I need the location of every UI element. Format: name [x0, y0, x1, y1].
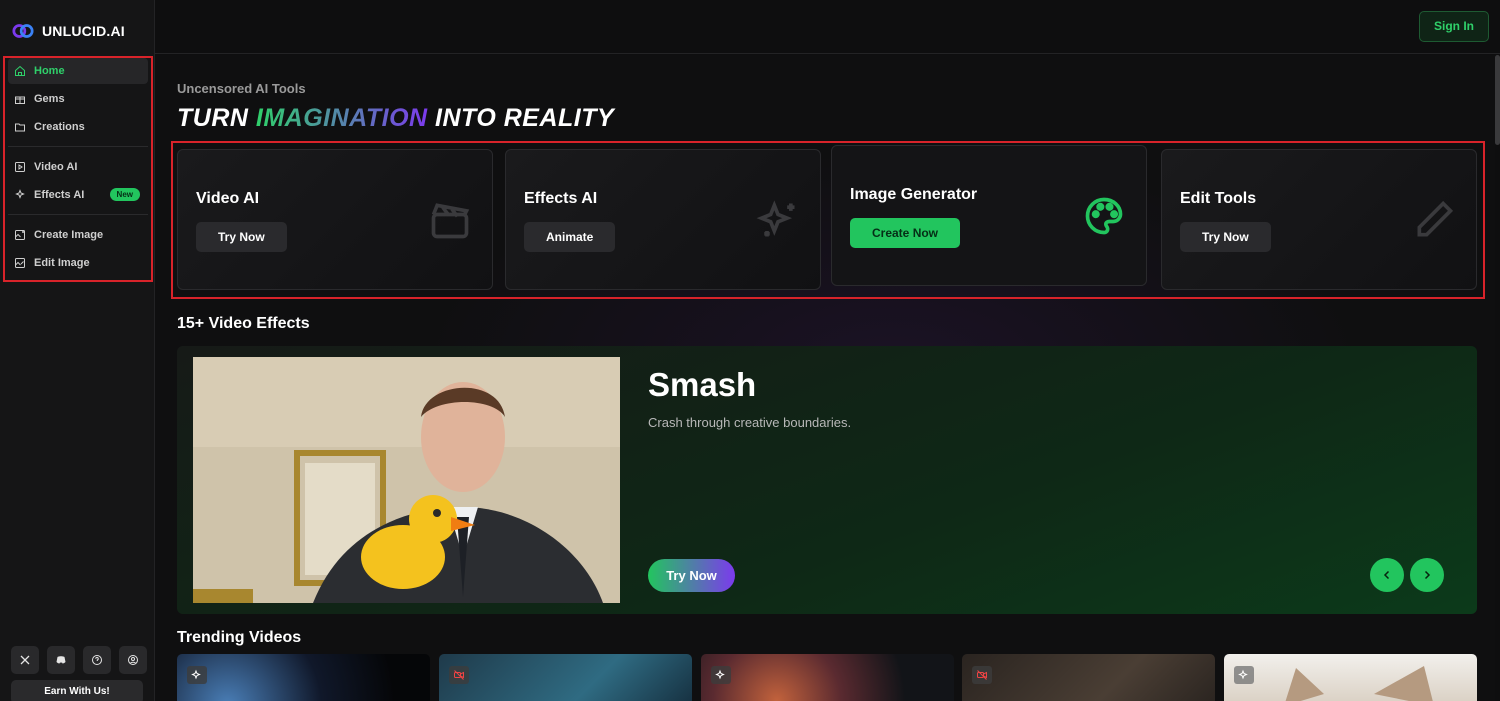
video-icon: [14, 161, 26, 173]
home-icon: [14, 65, 26, 77]
video-effects-title: 15+ Video Effects: [177, 315, 310, 332]
chevron-left-icon: [1383, 570, 1390, 580]
hero-subtitle: Uncensored AI Tools: [177, 81, 306, 96]
tool-card-edit-tools[interactable]: Edit Tools Try Now: [1161, 149, 1477, 290]
sparkles-icon: [711, 666, 731, 684]
earn-with-us-button[interactable]: Earn With Us!: [11, 680, 143, 701]
sidebar-item-label: Video AI: [34, 161, 78, 173]
sign-in-button[interactable]: Sign In: [1419, 11, 1489, 42]
sidebar-item-label: Create Image: [34, 229, 104, 241]
sidebar-item-label: Home: [34, 65, 65, 77]
sidebar-nav: Home Gems Creations Video AI Effects AI …: [8, 58, 148, 278]
animate-button[interactable]: Animate: [524, 222, 616, 252]
folder-icon: [14, 121, 26, 133]
palette-icon: [1082, 194, 1126, 238]
pencil-icon: [1412, 198, 1456, 242]
user-circle-icon[interactable]: [119, 646, 147, 674]
sidebar-item-label: Effects AI: [34, 189, 85, 201]
new-badge: New: [109, 188, 140, 201]
sidebar-item-create-image[interactable]: Create Image: [8, 222, 148, 248]
tool-card-video-ai[interactable]: Video AI Try Now: [177, 149, 493, 290]
gift-icon: [14, 93, 26, 105]
effect-preview-illustration: [193, 357, 620, 603]
create-now-button[interactable]: Create Now: [850, 218, 961, 248]
tool-card-effects-ai[interactable]: Effects AI Animate: [505, 149, 821, 290]
hero-title: TURN IMAGINATION INTO REALITY: [177, 104, 614, 133]
trending-video-card[interactable]: [439, 654, 692, 701]
sidebar-item-creations[interactable]: Creations: [8, 114, 148, 140]
sidebar-item-label: Creations: [34, 121, 85, 133]
trending-video-card[interactable]: [962, 654, 1215, 701]
x-icon[interactable]: [11, 646, 39, 674]
effect-description: Crash through creative boundaries.: [648, 415, 852, 430]
sidebar-item-gems[interactable]: Gems: [8, 86, 148, 112]
tool-title: Image Generator: [850, 186, 978, 203]
sidebar: UNLUCID.AI Home Gems Creations Video AI: [0, 0, 155, 701]
carousel-next-button[interactable]: [1410, 558, 1444, 592]
trending-videos-title: Trending Videos: [177, 629, 302, 646]
trending-video-card[interactable]: [1224, 654, 1477, 701]
sidebar-item-home[interactable]: Home: [8, 58, 148, 84]
help-icon[interactable]: [83, 646, 111, 674]
sidebar-item-label: Edit Image: [34, 257, 90, 269]
brand-logo-icon: [12, 24, 34, 38]
sparkles-icon: [756, 198, 800, 242]
image-plus-icon: [14, 229, 26, 241]
carousel-prev-button[interactable]: [1370, 558, 1404, 592]
nav-divider: [8, 214, 148, 215]
cat-ears-illustration: [1285, 666, 1433, 701]
effect-carousel: Smash Crash through creative boundaries.…: [177, 346, 1477, 614]
tool-title: Video AI: [196, 190, 260, 207]
discord-icon[interactable]: [47, 646, 75, 674]
tool-title: Edit Tools: [1180, 190, 1257, 207]
sidebar-item-video-ai[interactable]: Video AI: [8, 154, 148, 180]
brand-name: UNLUCID.AI: [42, 23, 125, 39]
sparkles-icon: [187, 666, 207, 684]
hero-title-part2: INTO REALITY: [427, 104, 615, 132]
hero-title-part1: TURN: [177, 104, 256, 132]
effect-name: Smash: [648, 366, 757, 403]
sparkles-icon: [14, 189, 26, 201]
trending-video-card[interactable]: [701, 654, 954, 701]
scrollbar[interactable]: [1495, 55, 1500, 145]
main-content: Uncensored AI Tools TURN IMAGINATION INT…: [155, 55, 1495, 701]
sidebar-item-label: Gems: [34, 93, 65, 105]
app-root: UNLUCID.AI Home Gems Creations Video AI: [0, 0, 1500, 701]
effect-try-now-button[interactable]: Try Now: [648, 559, 735, 592]
chevron-right-icon: [1424, 570, 1431, 580]
tool-title: Effects AI: [524, 190, 598, 207]
hero-title-highlight: IMAGINATION: [255, 104, 428, 132]
image-edit-icon: [14, 257, 26, 269]
try-now-button[interactable]: Try Now: [1180, 222, 1271, 252]
nav-divider: [8, 146, 148, 147]
sidebar-item-edit-image[interactable]: Edit Image: [8, 250, 148, 276]
try-now-button[interactable]: Try Now: [196, 222, 287, 252]
clapperboard-icon: [428, 198, 472, 242]
effect-preview-image[interactable]: [193, 357, 620, 603]
video-off-icon: [449, 666, 469, 684]
topbar: Sign In: [155, 0, 1500, 54]
tool-card-image-generator[interactable]: Image Generator Create Now: [831, 145, 1147, 286]
trending-video-card[interactable]: [177, 654, 430, 701]
trending-videos-row: [177, 654, 1477, 701]
video-off-icon: [972, 666, 992, 684]
sidebar-item-effects-ai[interactable]: Effects AI New: [8, 182, 148, 208]
social-links: [11, 646, 147, 674]
brand[interactable]: UNLUCID.AI: [12, 20, 125, 42]
